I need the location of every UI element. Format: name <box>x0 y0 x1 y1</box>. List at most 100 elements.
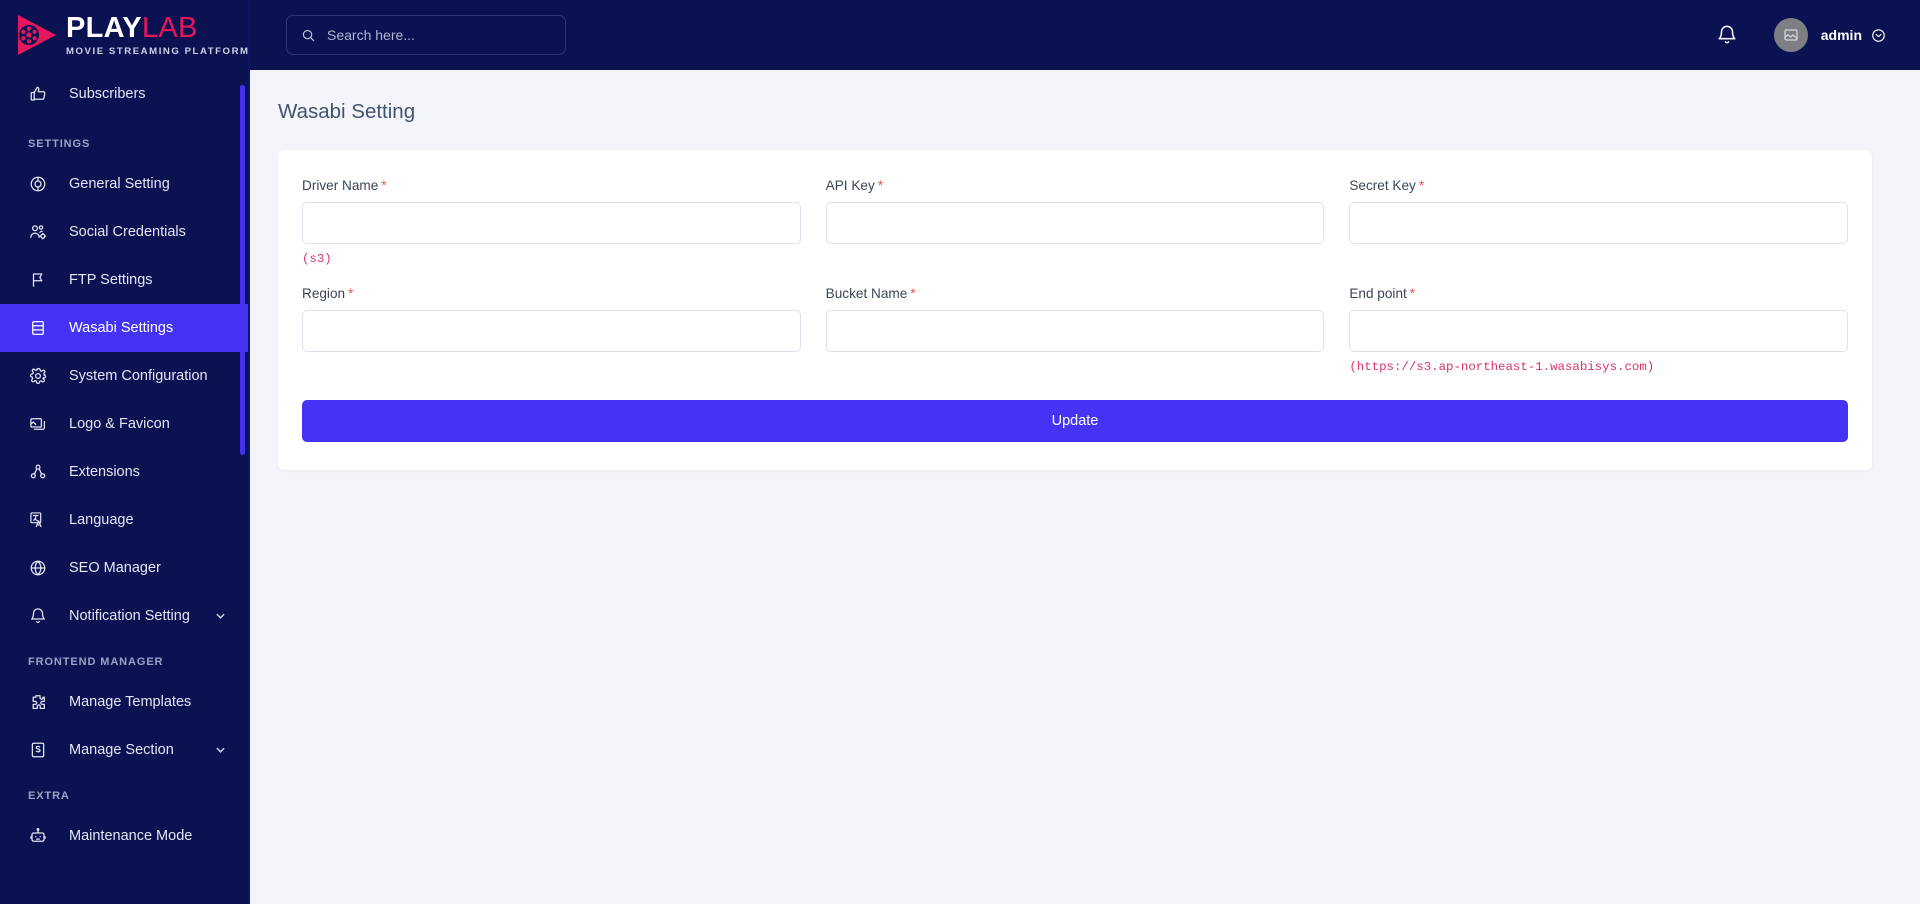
sidebar-item-label: General Setting <box>69 176 170 192</box>
brand-name-secondary: LAB <box>141 11 198 44</box>
sidebar-item-label: Manage Templates <box>69 694 192 710</box>
sidebar-item-social-credentials[interactable]: Social Credentials <box>0 208 250 256</box>
sidebar-item-label: System Configuration <box>69 368 208 384</box>
sidebar-item-language[interactable]: Language <box>0 496 250 544</box>
driver-name-hint: (s3) <box>302 252 332 266</box>
sidebar-item-label: FTP Settings <box>69 272 153 288</box>
settings-circle-icon <box>28 174 48 194</box>
sidebar-group-frontend-manager: FRONTEND MANAGER <box>28 656 164 668</box>
api-key-input[interactable] <box>825 202 1325 244</box>
brand-logo-block[interactable]: PLAYLAB MOVIE STREAMING PLATFORM <box>0 0 250 70</box>
brand-tagline: MOVIE STREAMING PLATFORM <box>66 45 250 57</box>
search-input[interactable] <box>327 27 527 43</box>
region-input[interactable] <box>302 310 801 352</box>
field-region: Region * <box>302 286 801 374</box>
form-row-1: Driver Name * (s3) API Key * Secret Key * <box>302 178 1849 266</box>
required-marker: * <box>877 178 884 193</box>
sidebar-item-label: Manage Section <box>69 742 174 758</box>
field-end-point: End point * (https://s3.ap-northeast-1.wa… <box>1349 286 1849 374</box>
field-label: API Key * <box>826 178 1325 193</box>
search-box[interactable] <box>286 15 566 55</box>
sidebar-group-settings: SETTINGS <box>28 138 91 150</box>
field-label-text: API Key <box>825 178 875 193</box>
end-point-input[interactable] <box>1349 310 1849 352</box>
sidebar-nav: Subscribers SETTINGS General Setting Soc… <box>0 70 250 860</box>
puzzle-icon <box>28 692 48 712</box>
sidebar-scrollbar[interactable] <box>240 0 245 904</box>
flag-icon <box>28 270 48 290</box>
avatar <box>1773 18 1808 52</box>
topbar-right: admin <box>1716 18 1920 52</box>
search-icon <box>302 29 315 41</box>
chevron-down-circle-icon[interactable] <box>1871 28 1886 43</box>
sidebar-scrollbar-thumb[interactable] <box>240 85 245 455</box>
bell-icon <box>28 606 48 626</box>
field-label: End point * <box>1349 286 1848 301</box>
form-row-spacer <box>302 266 1848 286</box>
required-marker: * <box>348 286 354 301</box>
required-marker: * <box>1418 178 1425 193</box>
sidebar-item-seo-manager[interactable]: SEO Manager <box>0 544 250 592</box>
form-row-2: Region * Bucket Name * End point * (https:/… <box>302 286 1849 374</box>
sidebar: PLAYLAB MOVIE STREAMING PLATFORM Subscri… <box>0 0 250 904</box>
film-reel-play-icon <box>18 15 56 55</box>
sidebar-item-extensions[interactable]: Extensions <box>0 448 250 496</box>
server-icon <box>28 318 48 338</box>
language-icon <box>28 510 48 530</box>
update-button[interactable]: Update <box>302 400 1848 442</box>
user-name: admin <box>1820 27 1862 43</box>
page-title: Wasabi Setting <box>278 100 416 123</box>
field-label: Driver Name * <box>302 178 801 193</box>
wasabi-settings-form-card: Driver Name * (s3) API Key * Secret Key * R… <box>278 150 1872 470</box>
section-icon <box>28 740 48 760</box>
field-secret-key: Secret Key * <box>1349 178 1849 266</box>
main-content: Wasabi Setting Driver Name * (s3) API Key… <box>250 70 1920 904</box>
sidebar-item-label: Social Credentials <box>69 224 186 240</box>
chevron-down-icon[interactable] <box>215 611 226 622</box>
field-label-text: Bucket Name <box>825 286 908 301</box>
field-label-text: Region <box>302 286 346 301</box>
topbar: admin <box>250 0 1920 70</box>
sidebar-item-label: SEO Manager <box>69 560 161 576</box>
images-icon <box>28 414 48 434</box>
users-gear-icon <box>28 222 48 242</box>
sidebar-item-label: Extensions <box>69 464 140 480</box>
sidebar-item-subscribers[interactable]: Subscribers <box>0 70 250 118</box>
bell-icon[interactable] <box>1716 24 1738 46</box>
field-label-text: End point <box>1349 286 1407 301</box>
required-marker: * <box>1409 286 1416 301</box>
sidebar-item-ftp-settings[interactable]: FTP Settings <box>0 256 250 304</box>
end-point-hint: (https://s3.ap-northeast-1.wasabisys.com… <box>1349 360 1655 374</box>
brand-name-primary: PLAY <box>66 11 142 44</box>
sidebar-item-label: Language <box>69 512 134 528</box>
bucket-name-input[interactable] <box>825 310 1325 352</box>
field-label: Secret Key * <box>1349 178 1848 193</box>
sidebar-item-general-setting[interactable]: General Setting <box>0 160 250 208</box>
thumbs-up-icon <box>28 84 48 104</box>
secret-key-input[interactable] <box>1349 202 1849 244</box>
field-label: Bucket Name * <box>826 286 1325 301</box>
sidebar-item-manage-section[interactable]: Manage Section <box>0 726 250 774</box>
sidebar-item-label: Wasabi Settings <box>69 320 174 336</box>
sidebar-item-label: Notification Setting <box>69 608 190 624</box>
field-bucket-name: Bucket Name * <box>825 286 1325 374</box>
field-label: Region * <box>302 286 801 301</box>
sidebar-item-notification-setting[interactable]: Notification Setting <box>0 592 250 640</box>
driver-name-input[interactable] <box>302 202 801 244</box>
field-label-text: Secret Key <box>1349 178 1416 193</box>
sidebar-item-logo-favicon[interactable]: Logo & Favicon <box>0 400 250 448</box>
chevron-down-icon[interactable] <box>215 745 226 756</box>
sidebar-item-label: Subscribers <box>69 86 146 102</box>
sidebar-item-manage-templates[interactable]: Manage Templates <box>0 678 250 726</box>
nodes-icon <box>28 462 48 482</box>
robot-icon <box>28 826 48 846</box>
sidebar-item-wasabi-settings[interactable]: Wasabi Settings <box>0 304 250 352</box>
image-placeholder-icon <box>1784 29 1798 41</box>
user-menu[interactable]: admin <box>1773 18 1886 52</box>
field-api-key: API Key * <box>825 178 1325 266</box>
sidebar-item-system-configuration[interactable]: System Configuration <box>0 352 250 400</box>
sidebar-item-label: Maintenance Mode <box>69 828 193 844</box>
sidebar-item-maintenance-mode[interactable]: Maintenance Mode <box>0 812 250 860</box>
sidebar-group-extra: EXTRA <box>28 790 70 802</box>
brand-title: PLAYLAB <box>66 11 250 44</box>
